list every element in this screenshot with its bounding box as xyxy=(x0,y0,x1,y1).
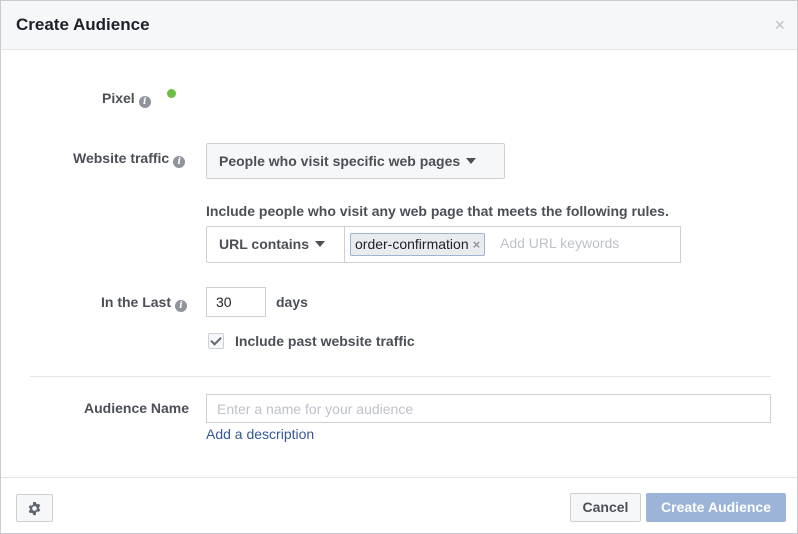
add-description-link[interactable]: Add a description xyxy=(206,426,314,442)
url-keyword-token-text: order-confirmation xyxy=(355,236,469,252)
rules-description: Include people who visit any web page th… xyxy=(206,203,669,219)
create-audience-button[interactable]: Create Audience xyxy=(646,493,786,522)
url-operator-dropdown[interactable]: URL contains xyxy=(206,226,345,263)
dialog-title: Create Audience xyxy=(16,15,150,34)
url-keywords-box[interactable]: order-confirmation × xyxy=(344,226,681,263)
gear-icon xyxy=(28,501,41,516)
website-traffic-dropdown[interactable]: People who visit specific web pages xyxy=(206,143,505,179)
include-past-traffic-checkbox[interactable] xyxy=(208,333,224,349)
pixel-label: Pixel xyxy=(102,90,135,106)
section-divider xyxy=(30,376,771,377)
dialog-header: Create Audience × xyxy=(1,1,797,50)
audience-name-input[interactable] xyxy=(206,394,771,423)
info-icon[interactable]: i xyxy=(173,156,186,168)
footer-divider xyxy=(1,477,797,478)
url-operator-selected: URL contains xyxy=(219,236,309,252)
settings-button[interactable] xyxy=(16,494,53,522)
pixel-row-label: Pixel i xyxy=(102,90,151,108)
info-icon[interactable]: i xyxy=(138,96,151,108)
chevron-down-icon xyxy=(466,158,477,164)
retention-unit: days xyxy=(276,294,308,310)
retention-days-input[interactable] xyxy=(206,287,266,317)
website-traffic-row-label: Website traffic i xyxy=(73,150,186,168)
remove-token-icon[interactable]: × xyxy=(473,237,481,252)
audience-name-label: Audience Name xyxy=(84,400,190,416)
website-traffic-selected: People who visit specific web pages xyxy=(219,153,461,169)
chevron-down-icon xyxy=(314,241,325,247)
url-keywords-input[interactable] xyxy=(500,235,670,251)
close-icon[interactable]: × xyxy=(774,16,785,34)
retention-label: In the Last xyxy=(101,294,172,310)
pixel-status-dot xyxy=(167,89,176,98)
create-audience-dialog: Create Audience × Pixel i Website traffic… xyxy=(0,0,798,534)
info-icon[interactable]: i xyxy=(175,300,188,312)
retention-row-label: In the Last i xyxy=(101,294,188,312)
include-past-traffic-label[interactable]: Include past website traffic xyxy=(235,333,415,349)
url-keyword-token[interactable]: order-confirmation × xyxy=(350,233,486,256)
cancel-button[interactable]: Cancel xyxy=(570,493,641,522)
website-traffic-label: Website traffic xyxy=(73,150,170,166)
checkmark-icon xyxy=(210,334,222,346)
